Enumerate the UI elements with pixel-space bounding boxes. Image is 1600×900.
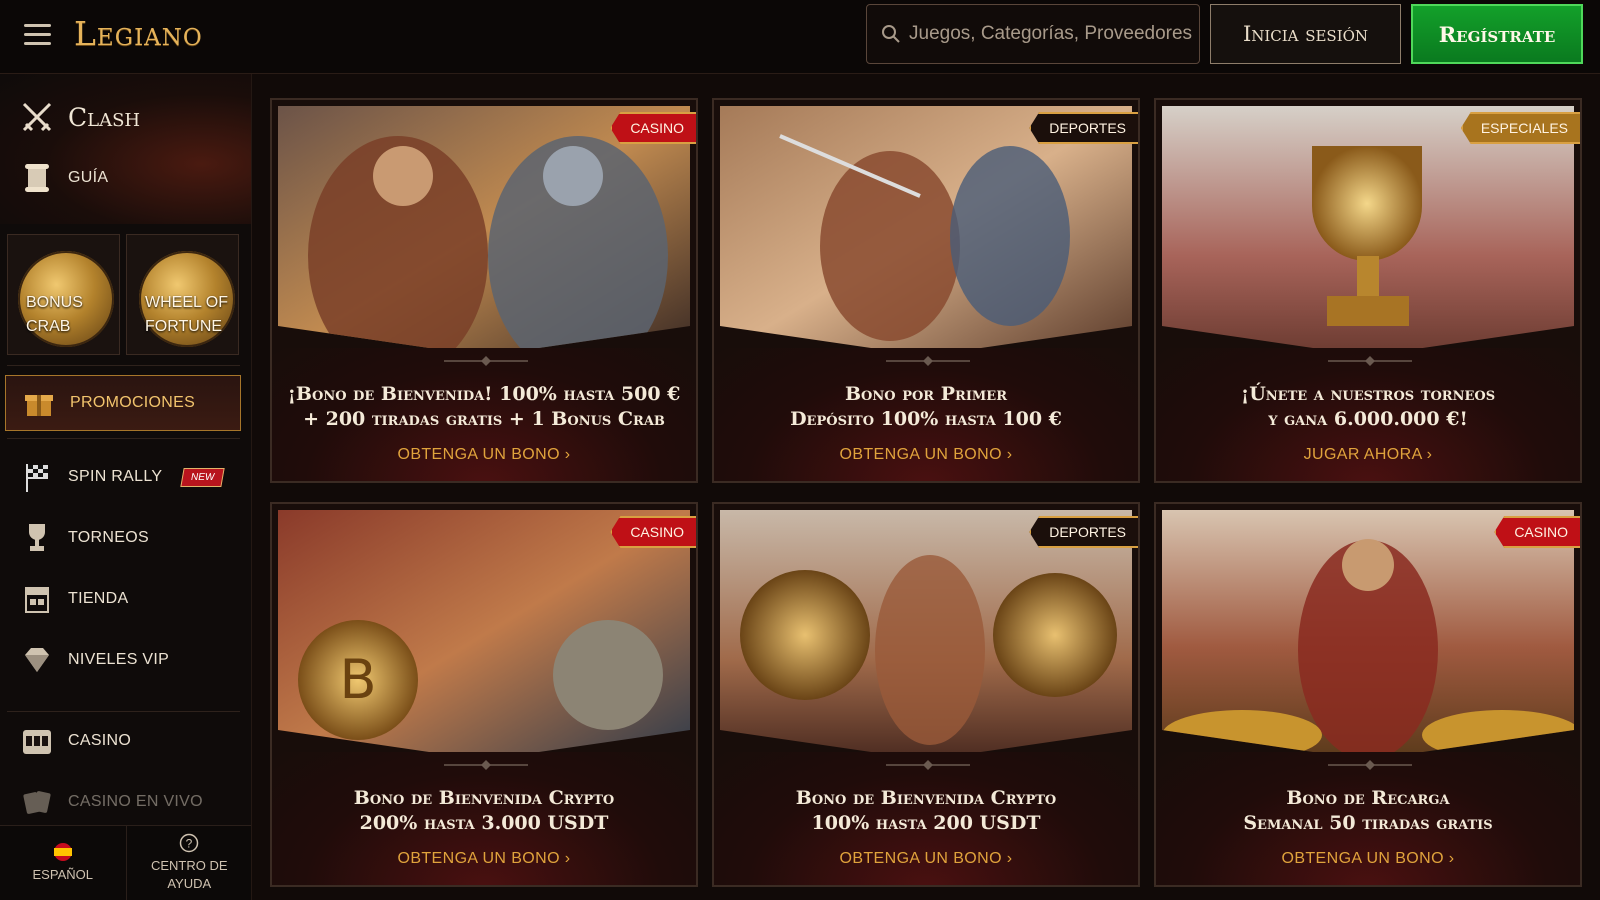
chevron-right-icon: ›: [1448, 850, 1455, 867]
promo-cta-link[interactable]: OBTENGA UN BONO ›: [1156, 850, 1580, 868]
category-tag: DEPORTES: [1029, 516, 1138, 548]
sidebar-hero-bg: [0, 74, 251, 224]
sidebar-item-guide[interactable]: GUÍA: [20, 161, 108, 195]
promo-cta-link[interactable]: OBTENGA UN BONO ›: [714, 446, 1138, 464]
cards-icon: [20, 785, 54, 819]
promo-title: Bono de Recarga Semanal 50 tiradas gratis: [1243, 787, 1493, 834]
promo-title: Bono de Bienvenida Crypto 200% hasta 3.00…: [353, 787, 615, 834]
category-tag: CASINO: [1494, 516, 1580, 548]
chevron-right-icon: ›: [564, 850, 571, 867]
promo-card[interactable]: B CASINO Bono de Bienvenida Crypto 200% h…: [270, 502, 698, 887]
promo-card[interactable]: CASINO ¡Bono de Bienvenida! 100% hasta 5…: [270, 98, 698, 483]
tile-label: BONUS CRAB: [26, 294, 83, 335]
sidebar-item-label: TORNEOS: [68, 529, 149, 546]
slot-machine-icon: [20, 724, 54, 758]
svg-text:?: ?: [186, 837, 193, 851]
promo-title: ¡Únete a nuestros torneos y gana 6.000.00…: [1240, 383, 1496, 430]
promo-cta-link[interactable]: OBTENGA UN BONO ›: [272, 850, 696, 868]
sidebar-item-label: SPIN RALLY: [68, 468, 163, 485]
promo-title: ¡Bono de Bienvenida! 100% hasta 500 € + 2…: [287, 383, 681, 430]
language-label: ESPAÑOL: [32, 867, 93, 882]
search-input[interactable]: [909, 23, 1199, 45]
register-button[interactable]: Regístrate: [1411, 4, 1583, 64]
category-tag: ESPECIALES: [1460, 112, 1580, 144]
chevron-right-icon: ›: [1426, 446, 1433, 463]
promotions-grid: CASINO ¡Bono de Bienvenida! 100% hasta 5…: [252, 74, 1600, 900]
search-icon: [882, 25, 900, 43]
category-tag: CASINO: [610, 112, 696, 144]
language-selector[interactable]: ESPAÑOL: [0, 826, 127, 900]
divider: [7, 711, 240, 712]
promo-card[interactable]: ESPECIALES ¡Únete a nuestros torneos y ga…: [1154, 98, 1582, 483]
shop-icon: [20, 582, 54, 616]
scroll-icon: [20, 161, 54, 195]
promo-cta-link[interactable]: OBTENGA UN BONO ›: [272, 446, 696, 464]
promo-card[interactable]: DEPORTES Bono de Bienvenida Crypto 100% h…: [712, 502, 1140, 887]
ornament-divider: [444, 760, 528, 770]
feature-tiles: BONUS CRAB WHEEL OF FORTUNE: [7, 234, 240, 355]
login-button[interactable]: Inicia sesión: [1210, 4, 1401, 64]
chevron-right-icon: ›: [1006, 446, 1013, 463]
diamond-icon: [20, 643, 54, 677]
sidebar-item-tournaments[interactable]: TORNEOS: [20, 521, 149, 555]
sidebar-item-label: Clash: [68, 102, 141, 132]
help-center-link[interactable]: ? CENTRO DE AYUDA: [127, 826, 252, 900]
promo-card[interactable]: DEPORTES Bono por Primer Depósito 100% ha…: [712, 98, 1140, 483]
site-logo[interactable]: Legiano: [74, 14, 203, 53]
help-icon: ?: [180, 833, 199, 853]
trophy-icon: [20, 521, 54, 555]
svg-text:B: B: [339, 648, 376, 711]
ornament-divider: [886, 356, 970, 366]
divider: [7, 365, 240, 366]
spain-flag-icon: [53, 843, 72, 861]
ornament-divider: [444, 356, 528, 366]
divider: [7, 438, 240, 439]
search-box[interactable]: [866, 4, 1200, 64]
help-label: CENTRO DE AYUDA: [150, 858, 228, 891]
tile-label: WHEEL OF FORTUNE: [145, 294, 228, 335]
menu-icon[interactable]: [24, 22, 52, 46]
sidebar-item-shop[interactable]: TIENDA: [20, 582, 128, 616]
sidebar-item-label: GUÍA: [68, 169, 109, 186]
sidebar-item-clash[interactable]: Clash: [20, 100, 140, 134]
chevron-right-icon: ›: [564, 446, 571, 463]
new-badge: NEW: [180, 467, 226, 487]
ornament-divider: [1328, 760, 1412, 770]
sidebar-item-label: CASINO: [68, 732, 132, 749]
promo-title: Bono de Bienvenida Crypto 100% hasta 200 …: [795, 787, 1057, 834]
promo-title: Bono por Primer Depósito 100% hasta 100 €: [790, 383, 1062, 430]
sidebar-item-live-casino[interactable]: CASINO EN VIVO: [20, 785, 203, 819]
checkered-flag-icon: [20, 460, 54, 494]
sidebar-item-label: TIENDA: [68, 590, 129, 607]
tile-wheel-of-fortune[interactable]: WHEEL OF FORTUNE: [126, 234, 239, 355]
category-tag: CASINO: [610, 516, 696, 548]
sidebar-item-casino[interactable]: CASINO: [20, 724, 131, 758]
sidebar-item-label: PROMOCIONES: [70, 394, 196, 411]
category-tag: DEPORTES: [1029, 112, 1138, 144]
promo-card[interactable]: CASINO Bono de Recarga Semanal 50 tiradas…: [1154, 502, 1582, 887]
crossed-swords-icon: [20, 100, 54, 134]
top-header: Legiano Inicia sesión Regístrate: [0, 0, 1600, 74]
sidebar-item-label: NIVELES VIP: [68, 651, 170, 668]
ornament-divider: [1328, 356, 1412, 366]
ornament-divider: [886, 760, 970, 770]
sidebar-footer: ESPAÑOL ? CENTRO DE AYUDA: [0, 825, 252, 900]
gift-icon: [22, 386, 56, 420]
sidebar: Clash GUÍA BONUS CRAB WHEEL OF FORTUNE PRO…: [0, 74, 252, 900]
chevron-right-icon: ›: [1006, 850, 1013, 867]
promo-cta-link[interactable]: JUGAR AHORA ›: [1156, 446, 1580, 464]
tile-bonus-crab[interactable]: BONUS CRAB: [7, 234, 120, 355]
sidebar-item-label: CASINO EN VIVO: [68, 793, 203, 810]
sidebar-item-vip[interactable]: NIVELES VIP: [20, 643, 169, 677]
sidebar-item-spin-rally[interactable]: SPIN RALLY NEW: [20, 460, 226, 494]
promo-cta-link[interactable]: OBTENGA UN BONO ›: [714, 850, 1138, 868]
sidebar-item-promotions[interactable]: PROMOCIONES: [5, 375, 241, 431]
